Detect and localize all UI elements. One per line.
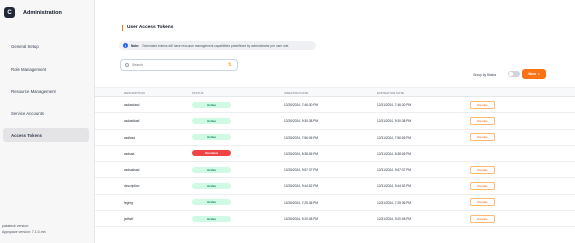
cell-creation-date: 12/26/2024, 7:25:36 PM bbox=[284, 200, 319, 205]
info-icon: i bbox=[123, 43, 128, 48]
cell-expiration-date: 12/31/2024, 8:38:06 PM bbox=[377, 151, 412, 156]
cell-creation-date: 12/26/2024, 8:38:06 PM bbox=[284, 151, 319, 156]
status-badge: Active bbox=[192, 166, 231, 173]
cell-creation-date: 12/26/2024, 9:30:38 PM bbox=[284, 119, 319, 124]
sidebar-item-service-accounts[interactable]: Service Accounts bbox=[3, 106, 89, 120]
sidebar-item-general-setup[interactable]: General Setup bbox=[3, 39, 89, 53]
cell-expiration-date: 12/31/2024, 7:46:30 PM bbox=[377, 103, 412, 107]
cell-creation-date: 12/26/2024, 7:46:30 PM bbox=[284, 103, 319, 107]
revoke-button[interactable]: Revoke bbox=[470, 181, 495, 190]
table-row: asdasfdasf Active 12/26/2024, 9:30:38 PM… bbox=[95, 113, 575, 130]
table-row: jsdfsdf Active 12/26/2024, 9:20:08 PM 12… bbox=[95, 211, 575, 228]
note-text: Generated tokens will have resource mana… bbox=[142, 43, 290, 48]
version-info: passteck version: Appspace version: 7.1.… bbox=[2, 223, 46, 235]
status-badge: Active bbox=[192, 101, 231, 108]
table-header: DESCRIPTION STATUS CREATION DATE EXPIRAT… bbox=[95, 87, 575, 97]
column-header-description[interactable]: DESCRIPTION bbox=[124, 91, 145, 95]
cell-creation-date: 12/26/2024, 9:57:37 PM bbox=[284, 168, 319, 173]
table-row: asdasdasd Active 12/26/2024, 7:46:30 PM … bbox=[95, 97, 575, 114]
toggle-knob bbox=[509, 72, 513, 76]
revoke-button[interactable]: Revoke bbox=[470, 100, 495, 109]
status-badge: Active bbox=[192, 182, 231, 189]
sidebar-item-role-management[interactable]: Role Management bbox=[3, 62, 89, 76]
cell-expiration-date: 12/31/2024, 9:20:08 PM bbox=[377, 217, 412, 222]
sidebar-item-access-tokens[interactable]: Access Tokens bbox=[3, 128, 89, 142]
chevron-down-icon: ▾ bbox=[538, 72, 540, 76]
status-badge: Active bbox=[192, 134, 231, 141]
group-by-toggle[interactable] bbox=[508, 71, 520, 77]
table-row: fegfeg Active 12/26/2024, 7:25:36 PM 12/… bbox=[95, 195, 575, 212]
cell-description: jsdfsdf bbox=[124, 217, 134, 222]
cell-description: fegfeg bbox=[124, 200, 133, 205]
cell-description: asdsad bbox=[124, 151, 135, 156]
table-row: asdsad Revoked 12/26/2024, 8:38:06 PM 12… bbox=[95, 146, 575, 163]
brand-title: Administration bbox=[23, 9, 62, 16]
revoke-button[interactable]: Revoke bbox=[470, 165, 495, 174]
revoke-button[interactable]: Revoke bbox=[470, 214, 495, 223]
cell-expiration-date: 12/31/2024, 9:30:38 PM bbox=[377, 119, 412, 124]
brand-logo-icon: C bbox=[4, 7, 15, 18]
brand: C Administration bbox=[4, 7, 62, 18]
cell-expiration-date: 12/31/2024, 7:25:36 PM bbox=[377, 200, 412, 205]
cell-description: asdasdasd bbox=[124, 103, 140, 107]
cell-creation-date: 12/26/2024, 7:56:06 PM bbox=[284, 135, 319, 140]
status-badge: Active bbox=[192, 117, 231, 124]
cell-description: asdfasd bbox=[124, 135, 136, 140]
search-icon bbox=[125, 63, 129, 67]
column-header-status[interactable]: STATUS bbox=[192, 91, 204, 95]
tokens-table: DESCRIPTION STATUS CREATION DATE EXPIRAT… bbox=[95, 87, 575, 228]
column-header-expiration-date[interactable]: EXPIRATION DATE bbox=[377, 91, 404, 95]
status-badge: Active bbox=[192, 199, 231, 206]
cell-description: description bbox=[124, 184, 140, 189]
table-row: asdfasd Active 12/26/2024, 7:56:06 PM 12… bbox=[95, 130, 575, 146]
info-note: i Note: Generated tokens will have resou… bbox=[119, 41, 316, 50]
search-box: ⇅ bbox=[120, 59, 238, 71]
cell-description: asdsadsad bbox=[124, 168, 140, 173]
sidebar: C Administration General Setup Role Mana… bbox=[0, 0, 95, 243]
note-label: Note: bbox=[131, 43, 140, 48]
revoke-button[interactable]: Revoke bbox=[470, 116, 495, 125]
sidebar-item-resource-management[interactable]: Resource Management bbox=[3, 84, 89, 98]
status-badge: Active bbox=[192, 215, 231, 222]
cell-creation-date: 12/26/2024, 9:44:52 PM bbox=[284, 184, 319, 189]
table-row: asdsadsad Active 12/26/2024, 9:57:37 PM … bbox=[95, 162, 575, 179]
cell-expiration-date: 12/31/2024, 9:44:52 PM bbox=[377, 184, 412, 189]
cell-description: asdasfdasf bbox=[124, 119, 140, 124]
version-line-2: Appspace version: 7.1.0-mh bbox=[2, 230, 46, 234]
page-title: User Access Tokens bbox=[122, 25, 173, 31]
cell-expiration-date: 12/31/2024, 7:56:06 PM bbox=[377, 135, 412, 140]
main-content: User Access Tokens i Note: Generated tok… bbox=[95, 0, 575, 243]
revoke-button[interactable]: Revoke bbox=[470, 133, 495, 142]
column-header-creation-date[interactable]: CREATION DATE bbox=[284, 91, 308, 95]
status-badge: Revoked bbox=[192, 150, 231, 157]
admin-app: C Administration General Setup Role Mana… bbox=[0, 0, 575, 243]
new-token-button[interactable]: New ▾ bbox=[522, 69, 546, 79]
group-by-label: Group by Status bbox=[473, 73, 497, 77]
table-row: description Active 12/26/2024, 9:44:52 P… bbox=[95, 178, 575, 195]
search-input[interactable] bbox=[132, 63, 222, 67]
cell-creation-date: 12/26/2024, 9:20:08 PM bbox=[284, 217, 319, 222]
cell-expiration-date: 12/31/2024, 9:57:37 PM bbox=[377, 168, 412, 173]
new-button-label: New bbox=[528, 72, 537, 76]
revoke-button[interactable]: Revoke bbox=[470, 198, 495, 207]
filter-icon[interactable]: ⇅ bbox=[228, 62, 232, 68]
